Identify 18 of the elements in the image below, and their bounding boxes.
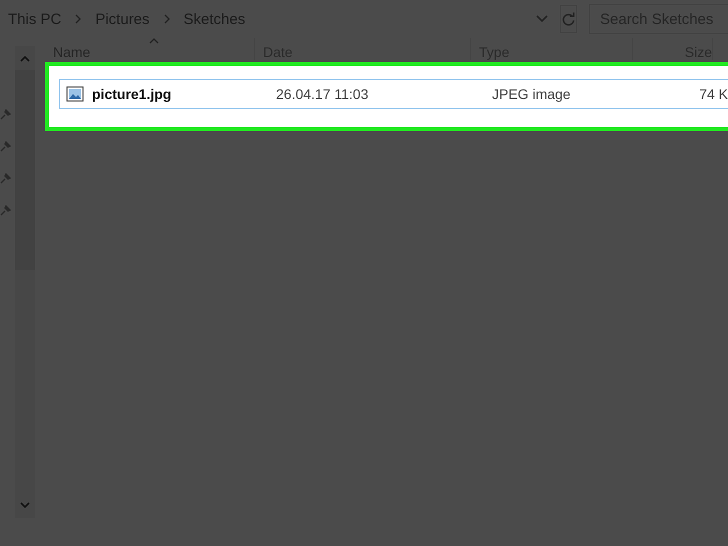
file-row[interactable]: picture1.jpg 26.04.17 11:03 JPEG image 74 K <box>59 79 728 109</box>
file-type: JPEG image <box>491 86 572 102</box>
pin-icon[interactable] <box>0 204 12 216</box>
scroll-up-icon[interactable] <box>20 56 30 62</box>
file-size: 74 K <box>698 86 728 102</box>
scrollbar[interactable] <box>15 46 35 518</box>
file-name: picture1.jpg <box>92 86 172 102</box>
dropdown-icon[interactable] <box>536 15 548 23</box>
chevron-right-icon <box>75 14 82 24</box>
refresh-icon <box>561 12 576 26</box>
pin-icon[interactable] <box>0 172 12 184</box>
refresh-button[interactable] <box>560 5 577 33</box>
file-date: 26.04.17 11:03 <box>275 86 370 102</box>
chevron-right-icon <box>164 14 170 24</box>
pin-icon[interactable] <box>0 140 12 152</box>
scroll-down-icon[interactable] <box>20 502 30 508</box>
image-file-icon <box>66 86 84 102</box>
pin-icon[interactable] <box>0 108 12 120</box>
